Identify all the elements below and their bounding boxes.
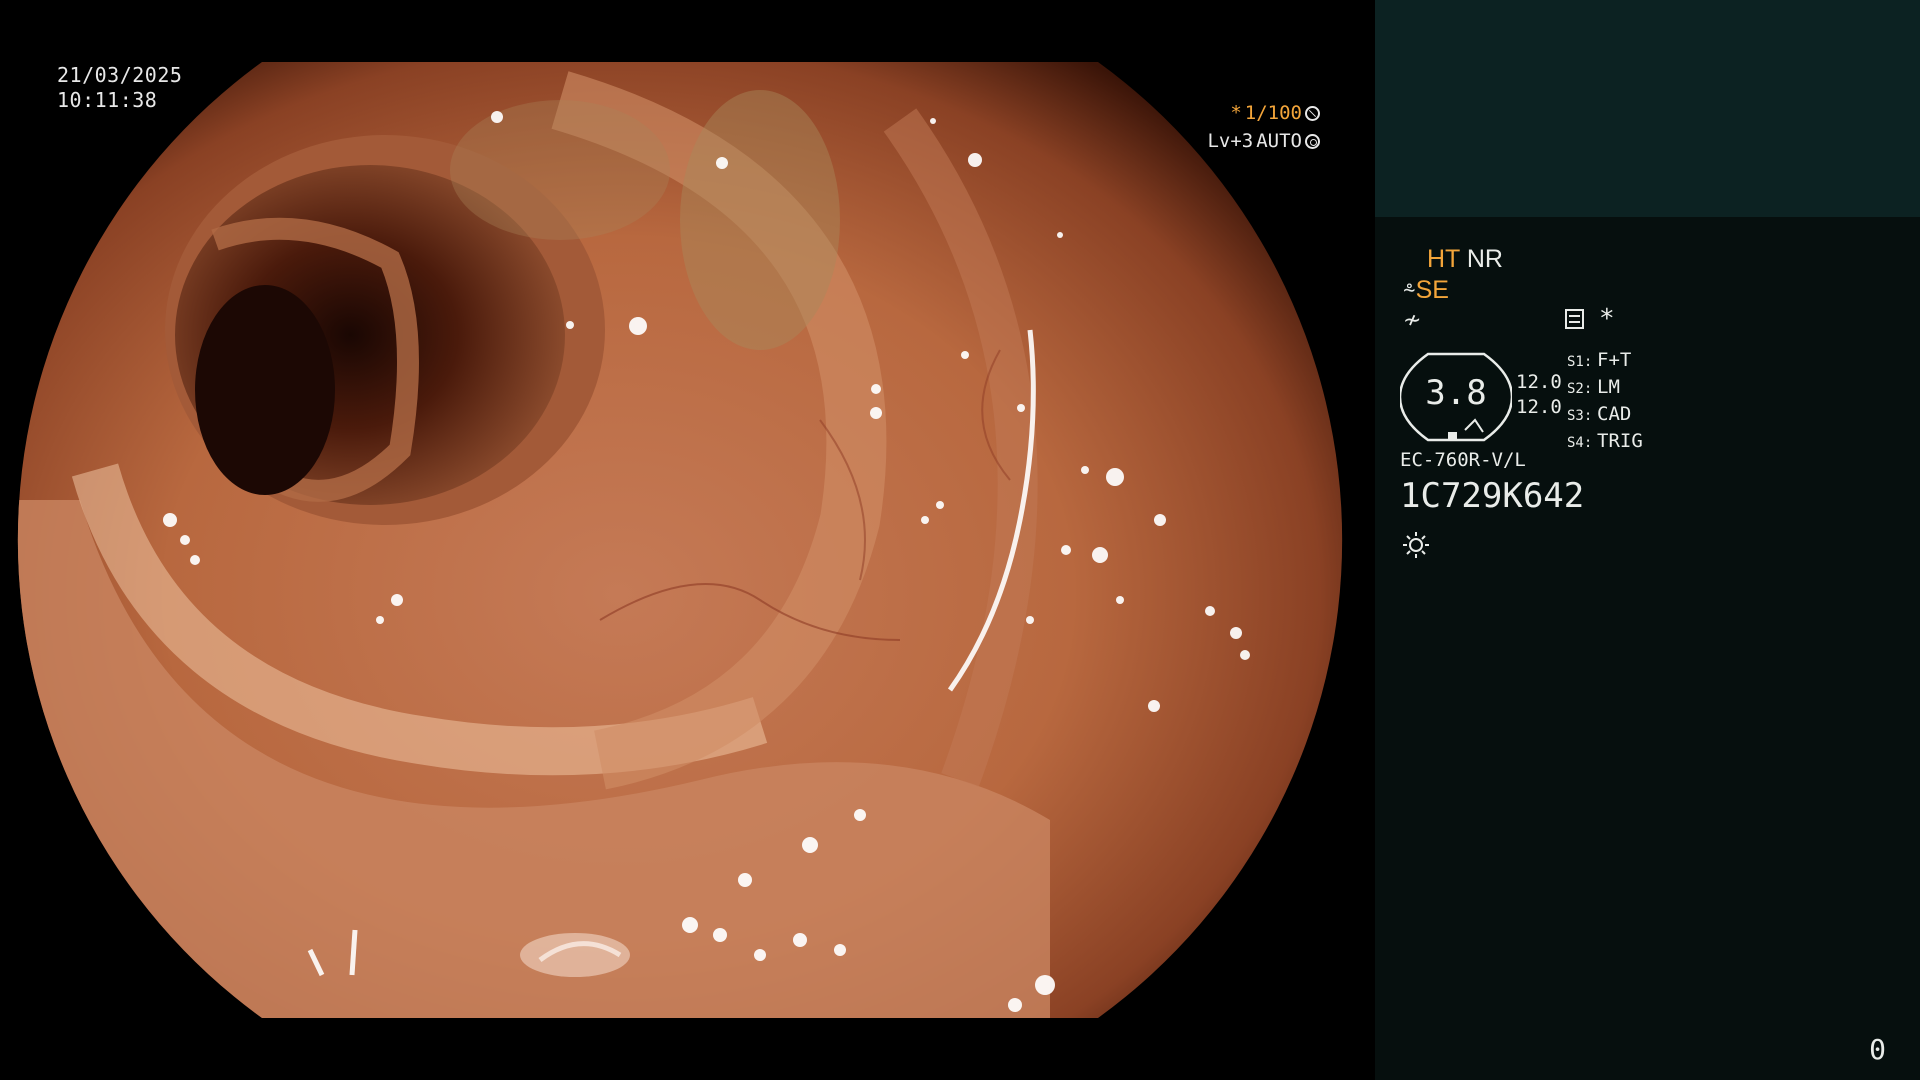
- switch-label: F+T: [1597, 349, 1632, 371]
- color-enhance-icon: ≁: [1403, 307, 1422, 332]
- switch-key: S1:: [1567, 354, 1593, 370]
- ht-indicator: HT: [1427, 245, 1460, 273]
- switch-item: S3: CAD: [1567, 402, 1643, 429]
- endoscope-image: [17, 62, 1343, 1018]
- structure-enhance-icon: ⸛: [1403, 278, 1416, 303]
- datetime-display: 21/03/2025 10:11:38: [57, 63, 182, 113]
- switch-key: S3:: [1567, 408, 1593, 424]
- structure-enhancement-row: ⸛SE: [1403, 275, 1449, 306]
- enhancement-mode-row: HT NR: [1427, 244, 1503, 274]
- memo-icon: [1565, 309, 1584, 329]
- switch-key: S2:: [1567, 381, 1593, 397]
- info-panel: HT NR ⸛SE ≁ * 3.8 12.0 12.0 S1: F+T S2: …: [1375, 0, 1920, 1080]
- light-source-icon: [1403, 532, 1429, 558]
- gain-values: 12.0 12.0: [1516, 370, 1562, 420]
- gain-value-2: 12.0: [1516, 396, 1562, 418]
- date-text: 21/03/2025: [57, 63, 183, 87]
- iris-icon: [1305, 133, 1320, 149]
- iris-mode: AUTO: [1256, 130, 1302, 152]
- aperture-icon: [1305, 105, 1320, 121]
- zoom-value: 3.8: [1425, 373, 1487, 413]
- scope-serial-number: 1C729K642: [1400, 476, 1585, 516]
- scope-switch-list: S1: F+T S2: LM S3: CAD S4: TRIG: [1567, 348, 1643, 456]
- gain-value-1: 12.0: [1516, 371, 1562, 393]
- switch-label: CAD: [1597, 403, 1632, 425]
- switch-label: LM: [1597, 376, 1620, 398]
- image-counter: 0: [1869, 1033, 1886, 1066]
- shutter-row: * 1/100: [1207, 99, 1320, 127]
- switch-key: S4:: [1567, 435, 1593, 451]
- panel-header: [1375, 0, 1920, 217]
- endoscope-view: 21/03/2025 10:11:38 * 1/100 Lv+3 AUTO: [0, 0, 1375, 1080]
- nr-indicator: NR: [1466, 245, 1503, 273]
- scope-model: EC-760R-V/L: [1400, 449, 1526, 471]
- shutter-speed: 1/100: [1244, 102, 1302, 124]
- se-indicator: SE: [1415, 276, 1449, 304]
- switch-item: S2: LM: [1567, 375, 1643, 402]
- color-enhancement-row: ≁: [1403, 304, 1421, 335]
- switch-item: S1: F+T: [1567, 348, 1643, 375]
- switch-item: S4: TRIG: [1567, 429, 1643, 456]
- shutter-prefix: *: [1230, 102, 1242, 124]
- switch-label: TRIG: [1597, 430, 1643, 452]
- star-indicator: *: [1599, 304, 1615, 334]
- brightness-row: Lv+3 AUTO: [1207, 127, 1320, 155]
- brightness-level: Lv+3: [1207, 130, 1254, 152]
- shutter-info: * 1/100 Lv+3 AUTO: [1207, 99, 1320, 155]
- time-text: 10:11:38: [57, 88, 158, 112]
